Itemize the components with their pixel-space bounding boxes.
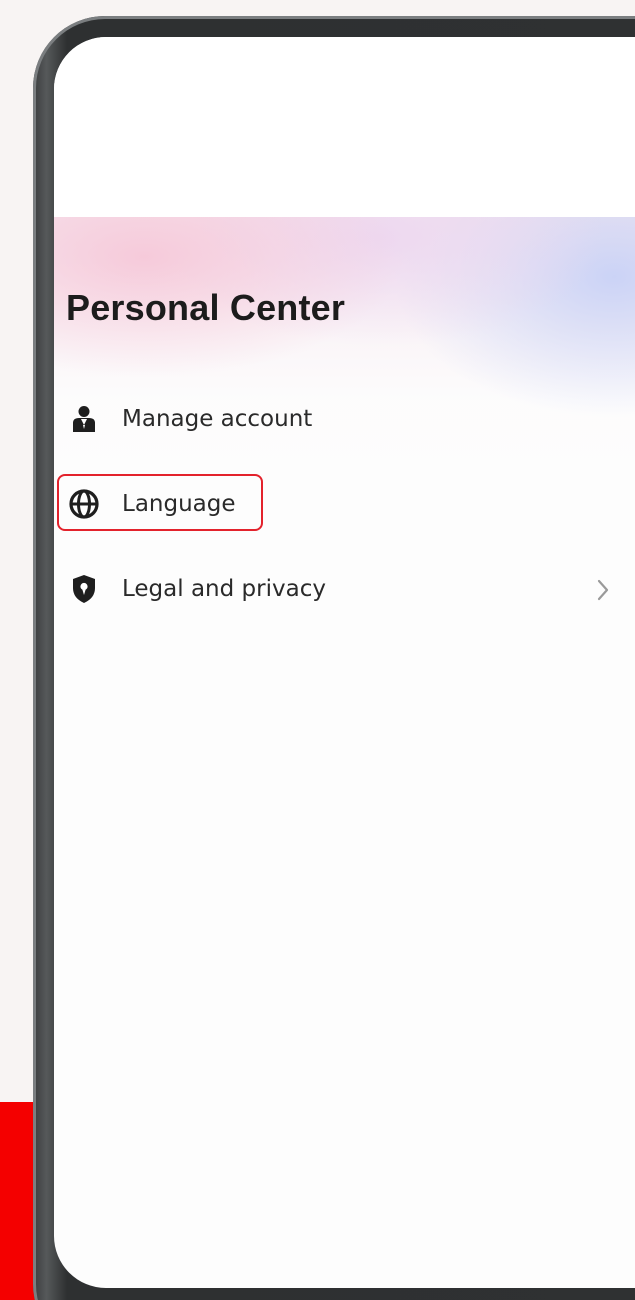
menu-item-label: Language <box>122 491 236 517</box>
menu-item-label: Legal and privacy <box>122 576 326 602</box>
menu-item-legal-and-privacy[interactable]: Legal and privacy <box>62 559 622 619</box>
user-badge-icon <box>68 403 100 435</box>
shield-icon <box>68 573 100 605</box>
globe-icon <box>68 488 100 520</box>
phone-screen: Personal Center Manage account Language … <box>54 37 635 1288</box>
page-title: Personal Center <box>66 287 346 328</box>
menu-item-label: Manage account <box>122 406 313 432</box>
menu-item-language[interactable]: Language <box>62 474 622 534</box>
chevron-right-icon[interactable] <box>594 575 614 605</box>
stage: Personal Center Manage account Language … <box>0 0 635 1300</box>
menu-item-manage-account[interactable]: Manage account <box>62 389 622 449</box>
status-area <box>54 37 635 217</box>
